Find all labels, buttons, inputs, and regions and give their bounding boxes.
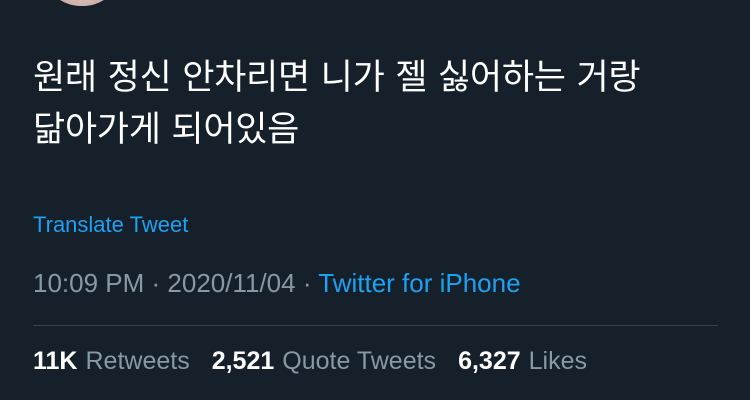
likes-label: Likes (528, 347, 587, 375)
meta-separator: · (295, 268, 319, 298)
likes-count: 6,327 (458, 347, 521, 375)
quote-tweets-count: 2,521 (211, 347, 275, 375)
retweets-count: 11K (33, 347, 78, 375)
tweet-metadata: 10:09 PM · 2020/11/04 · Twitter for iPho… (33, 268, 521, 299)
avatar[interactable] (50, 0, 114, 6)
engagement-stats: 11K Retweets 2,521 Quote Tweets 6,327 Li… (33, 347, 587, 376)
divider (33, 325, 718, 326)
likes-stat[interactable]: 6,327 Likes (458, 347, 587, 376)
quote-tweets-stat[interactable]: 2,521 Quote Tweets (212, 347, 436, 376)
tweet-time: 10:09 PM (33, 268, 145, 298)
translate-tweet-link[interactable]: Translate Tweet (33, 212, 188, 238)
quote-tweets-label: Quote Tweets (282, 347, 437, 375)
tweet-detail: 원래 정신 안차리면 니가 젤 싫어하는 거랑 닮아가게 되어있음 Transl… (0, 0, 750, 400)
tweet-date: 2020/11/04 (167, 268, 296, 298)
retweets-stat[interactable]: 11K Retweets (33, 347, 190, 376)
retweets-label: Retweets (85, 347, 190, 375)
tweet-text: 원래 정신 안차리면 니가 젤 싫어하는 거랑 닮아가게 되어있음 (33, 58, 641, 150)
meta-separator: · (144, 268, 168, 298)
tweet-source-link[interactable]: Twitter for iPhone (318, 268, 520, 298)
